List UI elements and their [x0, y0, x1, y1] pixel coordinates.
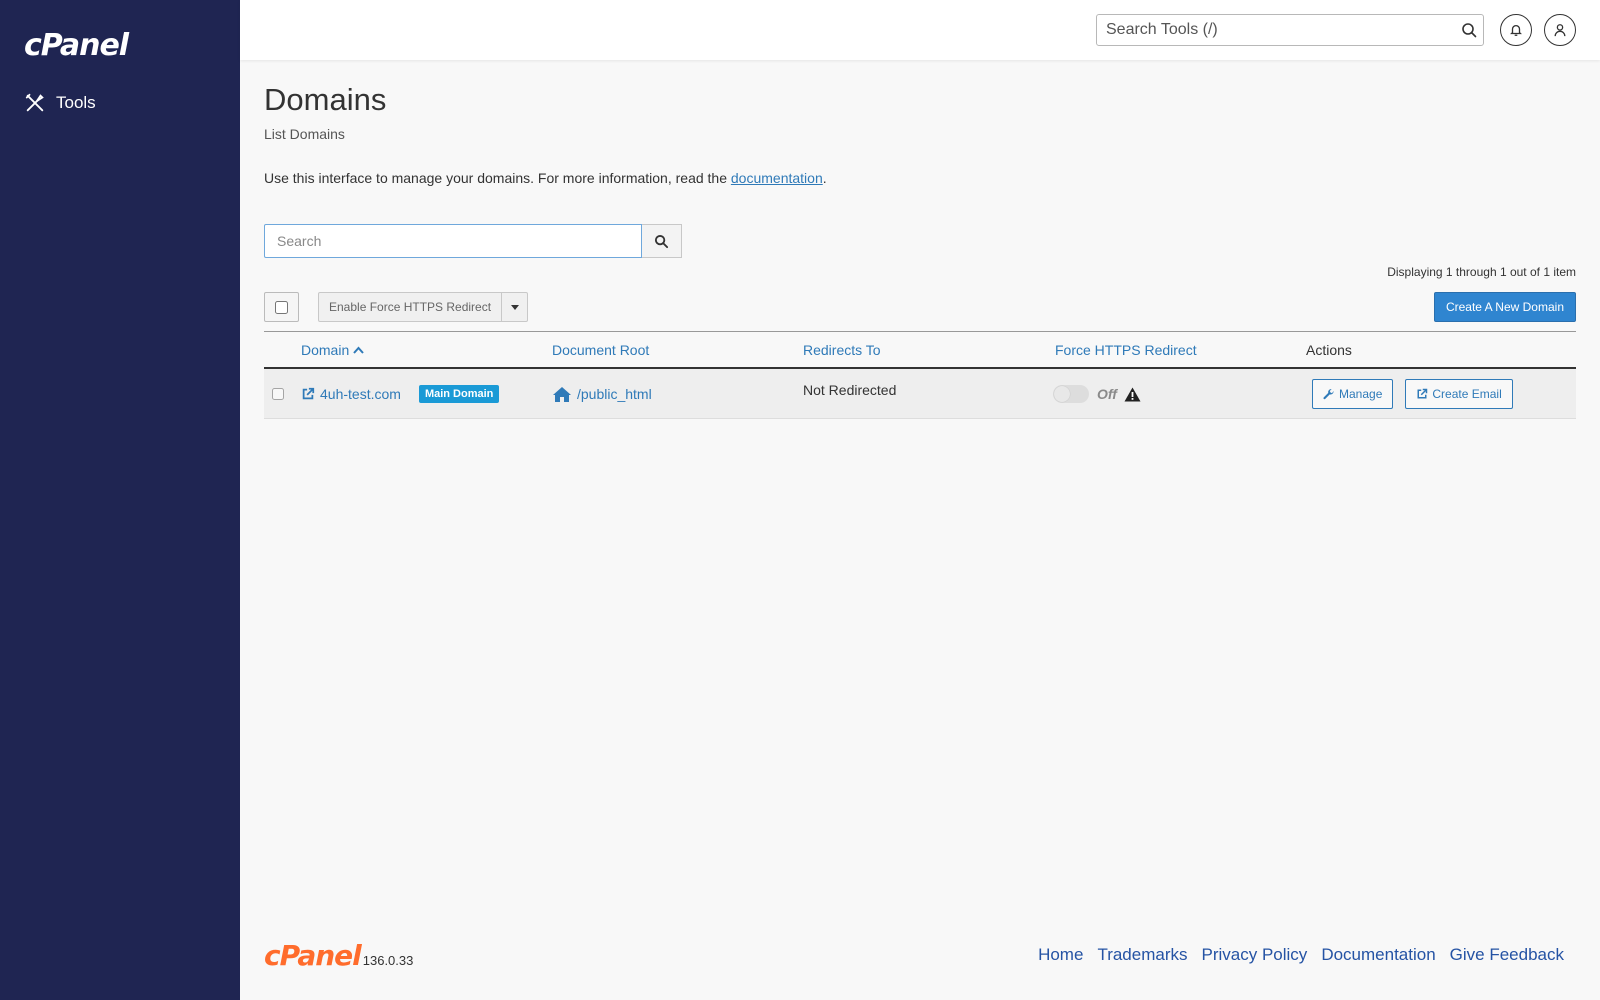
sidebar: cPanel Tools — [0, 0, 240, 1000]
user-menu-button[interactable] — [1544, 14, 1576, 46]
bulk-action-dropdown[interactable] — [502, 292, 529, 322]
create-email-label: Create Email — [1432, 387, 1502, 401]
domains-table: Domain Document Root Redirects To Force … — [264, 331, 1576, 419]
footer-link-privacy-policy[interactable]: Privacy Policy — [1202, 945, 1308, 965]
domain-search-button[interactable] — [642, 224, 682, 258]
domain-link[interactable]: 4uh-test.com — [301, 386, 401, 402]
create-new-domain-button[interactable]: Create A New Domain — [1433, 292, 1576, 322]
home-icon — [553, 386, 571, 402]
document-root-cell: /public_html — [552, 369, 652, 419]
footer-links: Home Trademarks Privacy Policy Documenta… — [1038, 945, 1564, 965]
row-checkbox[interactable] — [272, 388, 284, 400]
cpanel-logo[interactable]: cPanel — [24, 28, 129, 63]
tools-icon — [25, 93, 44, 112]
manage-label: Manage — [1339, 387, 1383, 401]
version-number: 136.0.33 — [362, 953, 414, 968]
documentation-link[interactable]: documentation — [731, 170, 823, 186]
create-email-button[interactable]: Create Email — [1405, 379, 1513, 409]
footer-link-documentation[interactable]: Documentation — [1321, 945, 1435, 965]
table-row: 4uh-test.com Main Domain /public_html No… — [264, 369, 1576, 419]
footer-logo: cPanel 136.0.33 — [264, 942, 413, 970]
column-document-root[interactable]: Document Root — [552, 342, 649, 358]
column-domain[interactable]: Domain — [301, 342, 364, 358]
wrench-icon — [1323, 389, 1334, 400]
search-icon — [654, 234, 669, 248]
external-link-icon — [302, 387, 315, 400]
search-icon[interactable] — [1455, 22, 1483, 38]
column-domain-label: Domain — [301, 342, 350, 358]
enable-force-https-button[interactable]: Enable Force HTTPS Redirect — [318, 292, 503, 322]
document-root-path: /public_html — [577, 386, 652, 402]
footer-link-give-feedback[interactable]: Give Feedback — [1450, 945, 1564, 965]
page-subtitle: List Domains — [264, 126, 345, 142]
top-header — [240, 0, 1600, 60]
row-checkbox-cell — [272, 369, 284, 419]
table-header: Domain Document Root Redirects To Force … — [264, 331, 1576, 369]
page-title: Domains — [264, 82, 387, 117]
intro-text-body: Use this interface to manage your domain… — [264, 170, 727, 186]
force-https-toggle[interactable] — [1053, 385, 1089, 403]
tool-search-box — [1096, 14, 1484, 46]
footer-link-home[interactable]: Home — [1038, 945, 1083, 965]
manage-button[interactable]: Manage — [1312, 379, 1394, 409]
redirects-to-cell: Not Redirected — [803, 369, 896, 419]
domain-search — [264, 224, 682, 258]
select-all-checkbox[interactable] — [275, 300, 288, 314]
external-link-icon — [1417, 388, 1428, 399]
column-redirects-to[interactable]: Redirects To — [803, 342, 881, 358]
bell-icon — [1510, 24, 1522, 36]
footer-link-trademarks[interactable]: Trademarks — [1097, 945, 1187, 965]
display-count: Displaying 1 through 1 out of 1 item — [1387, 265, 1576, 279]
select-all-wrapper — [264, 292, 299, 322]
domain-cell: 4uh-test.com Main Domain — [301, 369, 500, 419]
sort-ascending-icon — [353, 346, 364, 354]
column-force-https[interactable]: Force HTTPS Redirect — [1055, 342, 1197, 358]
warning-icon[interactable] — [1124, 387, 1141, 402]
sidebar-item-tools[interactable]: Tools — [24, 92, 96, 114]
force-https-cell: Off — [1053, 369, 1141, 419]
domain-name: 4uh-test.com — [320, 386, 401, 402]
footer-cpanel-logo: cPanel — [264, 939, 362, 972]
document-root-link[interactable]: /public_html — [552, 386, 652, 403]
main-domain-badge: Main Domain — [418, 385, 500, 403]
sidebar-item-label: Tools — [56, 93, 96, 112]
force-https-status: Off — [1097, 386, 1117, 402]
actions-cell: Manage Create Email — [1312, 369, 1513, 419]
column-actions: Actions — [1306, 342, 1352, 358]
bulk-action-group: Enable Force HTTPS Redirect — [318, 292, 529, 322]
domain-search-input[interactable] — [264, 224, 642, 258]
notifications-button[interactable] — [1500, 14, 1532, 46]
redirects-to-value: Not Redirected — [803, 382, 897, 398]
intro-text: Use this interface to manage your domain… — [264, 170, 827, 186]
tool-search-input[interactable] — [1097, 16, 1455, 44]
intro-text-end: . — [822, 170, 827, 186]
caret-down-icon — [510, 304, 519, 310]
user-icon — [1554, 24, 1566, 37]
